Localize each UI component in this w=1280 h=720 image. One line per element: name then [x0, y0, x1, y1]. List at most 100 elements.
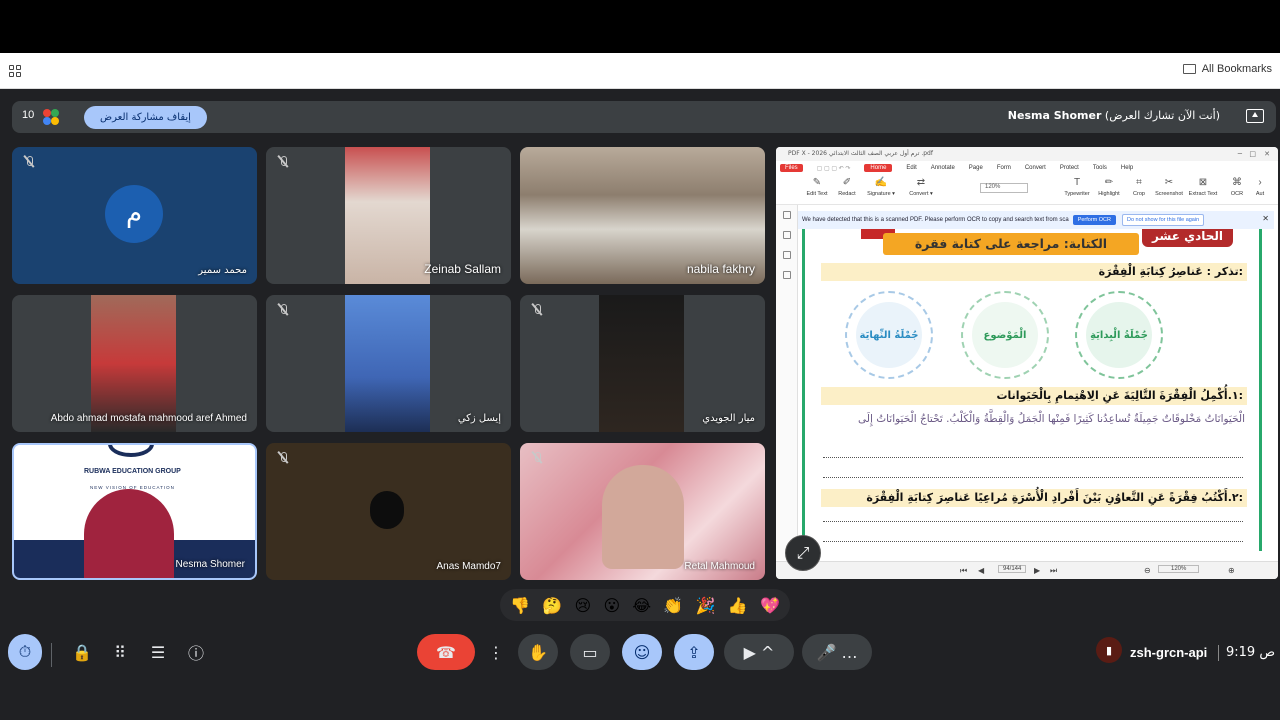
- chat-icon[interactable]: ☰: [138, 634, 178, 670]
- participant-tile[interactable]: nabila fakhry: [520, 147, 765, 284]
- participant-tile[interactable]: م محمد سمير: [12, 147, 257, 284]
- participant-tile[interactable]: ميار الجويدي: [520, 295, 765, 432]
- reaction-laughing[interactable]: 😂: [632, 596, 651, 615]
- all-bookmarks-button[interactable]: All Bookmarks: [1182, 63, 1272, 75]
- participants-icon[interactable]: [40, 107, 60, 127]
- menu-page[interactable]: Page: [969, 165, 983, 171]
- more-options-icon[interactable]: ⋮: [476, 634, 516, 670]
- pdf-status-bar: ⏮ ◀ 94/144 ▶ ⏭ ⊖ 120% ⊕: [776, 561, 1278, 579]
- menu-convert[interactable]: Convert: [1025, 165, 1046, 171]
- reaction-thumbs-down[interactable]: 👎: [510, 596, 530, 615]
- menu-home[interactable]: Home: [864, 164, 893, 172]
- tool-signature[interactable]: ✍ Signature ▾: [864, 177, 898, 197]
- microphone-toggle-button[interactable]: 🎤 …: [802, 634, 872, 670]
- minimize-icon[interactable]: ─: [1238, 150, 1242, 158]
- zoom-in-icon[interactable]: ⊕: [1228, 566, 1235, 575]
- logo-text: RUBWA EDUCATION GROUP: [84, 468, 181, 475]
- tool-edit-text[interactable]: ✎ Edit Text: [800, 177, 834, 197]
- raise-hand-icon[interactable]: ✋: [518, 634, 558, 670]
- crop-icon: ⌗: [1136, 177, 1142, 188]
- participant-name: Abdo ahmad mostafa mahmood aref Ahmed: [50, 413, 247, 424]
- menu-tools[interactable]: Tools: [1093, 165, 1107, 171]
- apps-grid-icon[interactable]: [9, 65, 21, 77]
- participant-video: [602, 465, 684, 569]
- menu-annotate[interactable]: Annotate: [931, 165, 955, 171]
- element-circle: جُمْلَةُ الْبِدايَةِ: [1075, 291, 1163, 379]
- tool-redact[interactable]: ✐ Redact: [830, 177, 864, 197]
- info-icon[interactable]: ⓘ: [176, 634, 216, 670]
- prev-page-icon[interactable]: ◀: [978, 566, 984, 575]
- participant-tile[interactable]: إيسل زكي: [266, 295, 511, 432]
- lesson-number: الحادي عشر: [1142, 229, 1233, 247]
- tool-typewriter[interactable]: T Typewriter: [1060, 177, 1094, 197]
- present-screen-button[interactable]: ⇪: [674, 634, 714, 670]
- close-icon[interactable]: ✕: [1264, 150, 1270, 158]
- thumbnail-icon[interactable]: [783, 231, 791, 239]
- comment-icon[interactable]: [783, 251, 791, 259]
- menu-protect[interactable]: Protect: [1060, 165, 1079, 171]
- reaction-party[interactable]: 🎉: [696, 596, 716, 615]
- last-page-icon[interactable]: ⏭: [1050, 566, 1057, 576]
- stop-presenting-button[interactable]: إيقاف مشاركة العرض: [84, 106, 207, 129]
- logo-mark: [108, 445, 154, 457]
- first-page-icon[interactable]: ⏮: [960, 566, 967, 576]
- signature-icon: ✍: [874, 177, 888, 188]
- menu-help[interactable]: Help: [1121, 165, 1133, 171]
- participant-name: إيسل زكي: [457, 413, 501, 424]
- expand-icon[interactable]: ⤢: [785, 535, 821, 571]
- emoji-reactions-icon[interactable]: ☺: [622, 634, 662, 670]
- menu-edit[interactable]: Edit: [906, 165, 916, 171]
- status-zoom[interactable]: 120%: [1158, 565, 1200, 573]
- activities-grid-icon[interactable]: ⠿: [100, 634, 140, 670]
- participant-name: Anas Mamdo7: [436, 561, 501, 572]
- close-icon[interactable]: ✕: [1262, 214, 1269, 223]
- zoom-select[interactable]: 120%: [980, 183, 1028, 193]
- tool-extract-text[interactable]: ⊠ Extract Text: [1186, 177, 1220, 197]
- reaction-thumbs-up[interactable]: 👍: [728, 596, 748, 615]
- maximize-icon[interactable]: □: [1249, 150, 1256, 158]
- next-page-icon[interactable]: ▶: [1034, 566, 1040, 575]
- host-controls-lock-icon[interactable]: 🔒: [62, 634, 102, 670]
- tool-crop[interactable]: ⌗ Crop: [1122, 177, 1156, 197]
- attachment-icon[interactable]: [783, 271, 791, 279]
- perform-ocr-button[interactable]: Perform OCR: [1072, 215, 1116, 225]
- page-indicator[interactable]: 94/144: [998, 565, 1027, 573]
- participant-tile-self[interactable]: RUBWA EDUCATION GROUP NEW VISION OF EDUC…: [12, 443, 257, 580]
- menu-form[interactable]: Form: [997, 165, 1011, 171]
- tool-convert[interactable]: ⇄ Convert ▾: [904, 177, 938, 197]
- camera-toggle-button[interactable]: ▶ ^: [724, 634, 794, 670]
- tool-highlight[interactable]: ✏ Highlight: [1092, 177, 1126, 197]
- question-2: ٢.أَكْتُبُ فِقْرَةً عَنِ التَّعاوُنِ بَي…: [821, 489, 1247, 507]
- zoom-out-icon[interactable]: ⊖: [1144, 566, 1151, 575]
- reaction-surprised[interactable]: 😮: [603, 596, 620, 615]
- bookmarks-bar: All Bookmarks: [0, 53, 1280, 89]
- participant-name: ميار الجويدي: [702, 413, 755, 424]
- lesson-title: الكتابة: مراجعة على كتابة فقرة: [883, 233, 1139, 255]
- reaction-clap[interactable]: 👏: [663, 596, 683, 615]
- tool-screenshot[interactable]: ✂ Screenshot: [1152, 177, 1186, 197]
- leave-call-button[interactable]: ☎: [417, 634, 475, 670]
- reaction-sad[interactable]: 😢: [575, 596, 592, 615]
- screenshot-icon: ✂: [1164, 177, 1174, 188]
- bookmark-icon[interactable]: [783, 211, 791, 219]
- participant-tile[interactable]: Retal Mahmoud: [520, 443, 765, 580]
- highlight-icon: ✏: [1104, 177, 1114, 188]
- menu-files[interactable]: Files: [780, 164, 803, 172]
- presenter-label: Nesma Shomer (أنت الآن تشارك العرض): [1008, 109, 1220, 122]
- mic-off-icon: [276, 155, 290, 169]
- reaction-thinking[interactable]: 🤔: [542, 596, 562, 615]
- dismiss-ocr-button[interactable]: Do not show for this file again: [1122, 214, 1205, 226]
- folder-icon: [1182, 64, 1196, 74]
- pdf-page: الحادي عشر الكتابة: مراجعة على كتابة فقر…: [802, 229, 1262, 551]
- timer-icon[interactable]: ⏱: [8, 634, 42, 670]
- answer-line: [823, 457, 1243, 458]
- quick-tools-icon[interactable]: ▢ ▢ ▢ ↶ ↷: [817, 165, 851, 172]
- participant-count[interactable]: 10: [22, 109, 34, 121]
- captions-icon[interactable]: ▭: [570, 634, 610, 670]
- reaction-heart[interactable]: 💖: [760, 596, 780, 615]
- participant-tile[interactable]: Zeinab Sallam: [266, 147, 511, 284]
- tool-auto[interactable]: › Aut: [1246, 177, 1274, 197]
- participant-tile[interactable]: Abdo ahmad mostafa mahmood aref Ahmed: [12, 295, 257, 432]
- participant-video: [91, 295, 176, 432]
- participant-tile[interactable]: Anas Mamdo7: [266, 443, 511, 580]
